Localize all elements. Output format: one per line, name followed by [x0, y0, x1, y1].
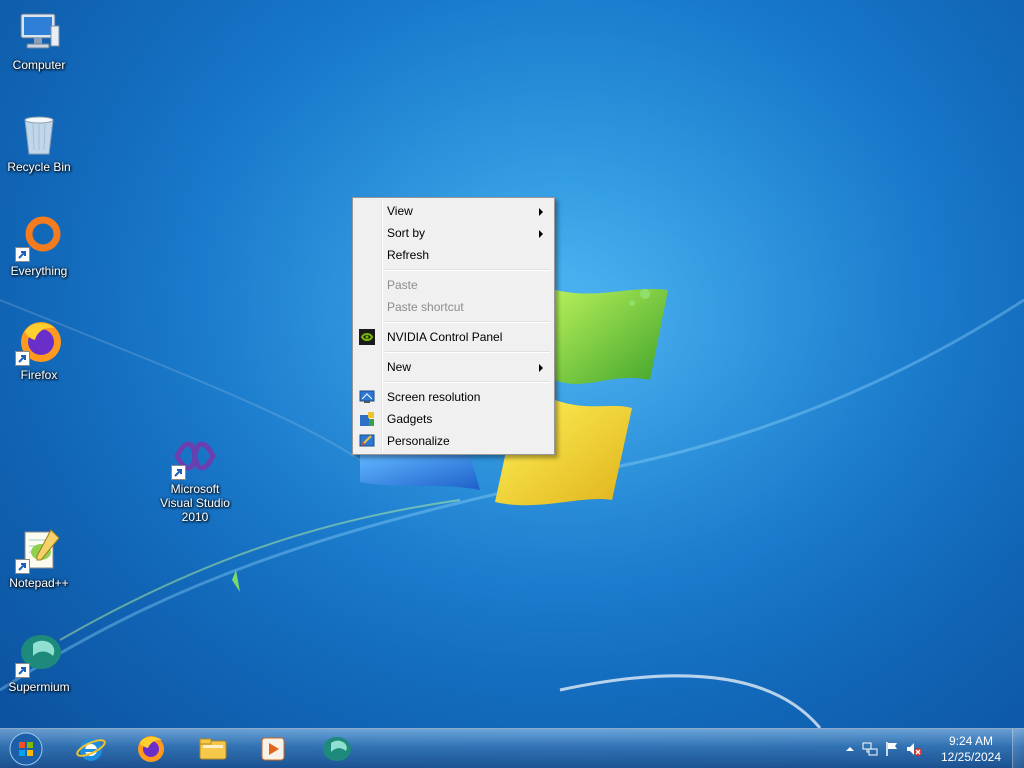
- desktop-icon-supermium[interactable]: Supermium: [0, 630, 78, 694]
- desktop-icon-label: Everything: [10, 264, 68, 278]
- menu-item-label: New: [387, 360, 412, 374]
- everything-icon: [15, 214, 63, 262]
- taskbar-file-explorer[interactable]: [186, 731, 240, 767]
- nvidia-icon: [359, 329, 375, 345]
- start-button[interactable]: [6, 731, 46, 767]
- internet-explorer-icon: [76, 739, 106, 761]
- shortcut-arrow-icon: [15, 559, 30, 574]
- clock-time: 9:24 AM: [948, 734, 994, 748]
- windows-orb-icon: [9, 732, 43, 766]
- shortcut-arrow-icon: [171, 465, 186, 480]
- volume-muted-icon[interactable]: [906, 741, 922, 757]
- menu-separator: [355, 266, 552, 274]
- system-tray: 9:24 AM 12/25/2024: [834, 729, 1024, 768]
- menu-item-new[interactable]: New: [355, 356, 552, 378]
- clock-date: 12/25/2024: [940, 750, 1002, 764]
- desktop-icon-label: Recycle Bin: [7, 160, 71, 174]
- desktop-icon-recycle-bin[interactable]: Recycle Bin: [0, 110, 78, 174]
- menu-item-label: Refresh: [387, 248, 430, 262]
- menu-item-label: View: [387, 204, 413, 218]
- media-player-icon: [261, 737, 285, 761]
- menu-separator: [355, 348, 552, 356]
- desktop-icon-label: Microsoft Visual Studio 2010: [160, 482, 230, 524]
- menu-item-label: Gadgets: [387, 412, 433, 426]
- clock[interactable]: 9:24 AM 12/25/2024: [936, 733, 1006, 765]
- taskbar-internet-explorer[interactable]: [64, 731, 118, 767]
- menu-item-label: Screen resolution: [387, 390, 481, 404]
- menu-item-label: Sort by: [387, 226, 426, 240]
- desktop-icon-firefox[interactable]: Firefox: [0, 318, 78, 382]
- menu-item-paste: Paste: [355, 274, 552, 296]
- menu-item-sort-by[interactable]: Sort by: [355, 222, 552, 244]
- menu-item-view[interactable]: View: [355, 200, 552, 222]
- taskbar-firefox[interactable]: [124, 731, 178, 767]
- supermium-icon: [323, 737, 351, 761]
- menu-item-personalize[interactable]: Personalize: [355, 430, 552, 452]
- shortcut-arrow-icon: [15, 351, 30, 366]
- menu-item-label: NVIDIA Control Panel: [387, 330, 503, 344]
- menu-item-nvidia-control-panel[interactable]: NVIDIA Control Panel: [355, 326, 552, 348]
- recycle-bin-icon: [15, 110, 63, 158]
- personalize-icon: [359, 433, 375, 449]
- desktop-icon-visual-studio[interactable]: Microsoft Visual Studio 2010: [156, 432, 234, 524]
- desktop-icon-label: Supermium: [8, 680, 70, 694]
- desktop-icon-everything[interactable]: Everything: [0, 214, 78, 278]
- visual-studio-icon: [171, 432, 219, 480]
- show-hidden-icons-icon[interactable]: [842, 741, 858, 757]
- taskbar-media-player[interactable]: [246, 731, 300, 767]
- computer-icon: [15, 8, 63, 56]
- menu-item-screen-resolution[interactable]: Screen resolution: [355, 386, 552, 408]
- submenu-arrow-icon: [539, 208, 543, 216]
- screen-resolution-icon: [359, 389, 375, 405]
- menu-separator: [355, 378, 552, 386]
- menu-item-gadgets[interactable]: Gadgets: [355, 408, 552, 430]
- action-center-flag-icon[interactable]: [884, 741, 900, 757]
- desktop-context-menu: View Sort by Refresh Paste Paste shortcu…: [352, 197, 555, 455]
- menu-item-label: Paste: [387, 278, 418, 292]
- supermium-icon: [15, 630, 63, 678]
- menu-item-label: Personalize: [387, 434, 450, 448]
- notepad-plus-plus-icon: [15, 526, 63, 574]
- firefox-icon: [138, 736, 164, 762]
- firefox-icon: [15, 318, 63, 366]
- gadgets-icon: [359, 411, 375, 427]
- network-icon[interactable]: [862, 741, 878, 757]
- shortcut-arrow-icon: [15, 663, 30, 678]
- desktop-icon-label: Firefox: [20, 368, 58, 382]
- submenu-arrow-icon: [539, 230, 543, 238]
- file-explorer-icon: [199, 738, 227, 760]
- desktop-icon-label: Notepad++: [9, 576, 69, 590]
- menu-item-paste-shortcut: Paste shortcut: [355, 296, 552, 318]
- taskbar: 9:24 AM 12/25/2024: [0, 728, 1024, 768]
- menu-separator: [355, 318, 552, 326]
- show-desktop-button[interactable]: [1012, 729, 1024, 768]
- taskbar-supermium[interactable]: [310, 731, 364, 767]
- submenu-arrow-icon: [539, 364, 543, 372]
- menu-item-label: Paste shortcut: [387, 300, 464, 314]
- desktop-icon-computer[interactable]: Computer: [0, 8, 78, 72]
- menu-item-refresh[interactable]: Refresh: [355, 244, 552, 266]
- desktop-icon-notepad-plus-plus[interactable]: Notepad++: [0, 526, 78, 590]
- shortcut-arrow-icon: [15, 247, 30, 262]
- desktop-icon-label: Computer: [12, 58, 66, 72]
